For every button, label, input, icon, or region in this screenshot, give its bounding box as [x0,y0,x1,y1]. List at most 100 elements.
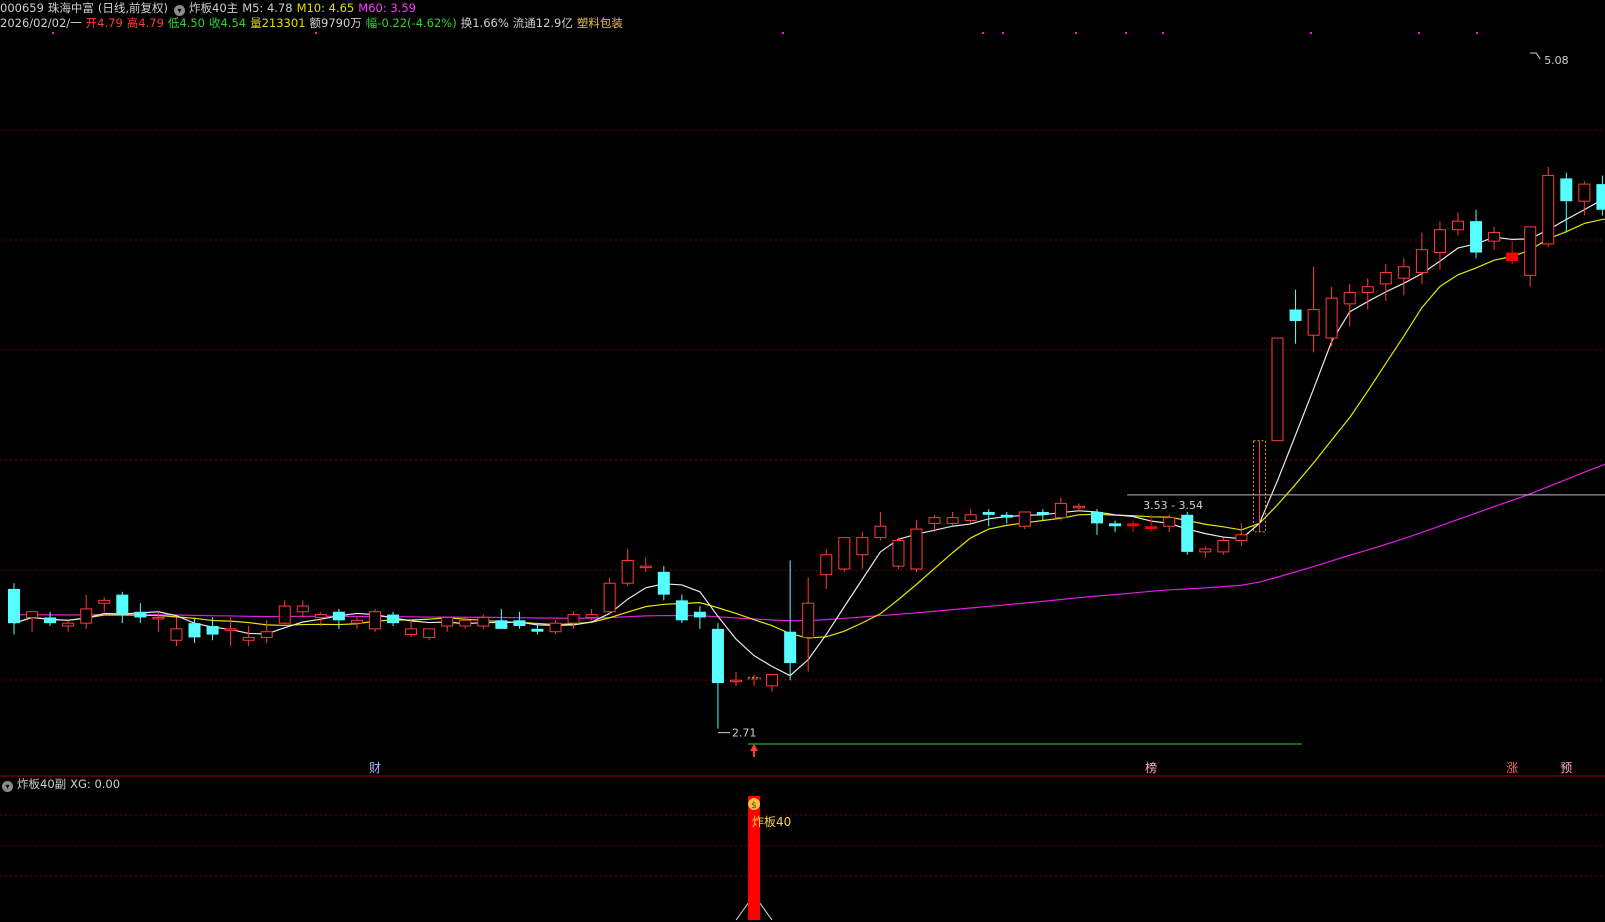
candle-body [26,611,39,618]
candle-body [711,628,724,684]
candle-body [1018,511,1031,527]
candle-body [1235,534,1248,541]
candle-body [621,559,634,584]
event-marker-2: 涨 [1506,760,1518,775]
candle-body [459,619,472,627]
top-marker-dot [1310,32,1312,34]
candle-body [1127,523,1140,527]
candle-body [1325,297,1338,339]
candle-body [657,571,670,595]
candle-body [152,616,165,620]
candle-body [1506,252,1519,262]
top-marker-dot [1002,32,1004,34]
top-marker-dot [1125,32,1127,34]
candle-body [8,588,20,624]
candle-body [1542,175,1555,245]
candle-body [1109,523,1122,527]
candle-body [1488,232,1501,242]
candle-body [1343,291,1356,305]
candle-body [730,679,742,683]
candle-body [874,525,887,539]
candle-body [369,611,381,630]
candle-body [693,611,706,618]
candle-body [910,528,923,570]
candle-body [982,511,995,515]
candle-body [1524,226,1537,276]
candle-body [1217,539,1230,553]
candle-body [134,611,147,618]
candle-body [1072,505,1085,509]
top-marker-dot [52,32,54,34]
candle-body [928,517,941,524]
top-marker-dot [982,32,984,34]
candle-body [260,631,273,638]
candle-body [1470,221,1483,253]
candle-body [314,614,327,618]
candle-body [1452,220,1464,231]
candle-body [766,673,779,687]
money-bag-symbol: $ [751,801,757,811]
candle-body [423,628,436,638]
event-marker-1: 榜 [1145,760,1157,775]
candle-body [170,628,183,641]
event-marker-3: 预 [1560,761,1572,775]
candle-body [188,623,201,638]
candle-body [1181,514,1194,552]
candle-body [639,565,652,569]
candle-body [206,626,219,635]
candle-body [1036,511,1049,515]
kline-chart[interactable]: 3.53 - 3.54 5.08 2.71 财 榜 涨 预 $ 炸板40 [0,0,1605,922]
candle-body [675,600,688,621]
candle-body [1433,229,1446,254]
candle-body [513,620,526,627]
high-label: 5.08 [1544,54,1569,67]
top-marker-dot [1476,32,1478,34]
candle-body [1199,548,1212,553]
candle-body [1578,183,1591,202]
candle-body [1145,526,1158,530]
candle-body [278,605,291,624]
candle-body [1379,271,1392,285]
candle-body [784,631,797,664]
top-marker-dot [782,32,784,34]
candle-body [1289,309,1302,321]
top-marker-dot [315,32,317,34]
candle-body [296,605,309,613]
candle-body [62,622,75,627]
candle-body [224,628,237,631]
candle-body [441,616,454,627]
candle-body [820,554,833,576]
candle-body [964,514,977,522]
top-marker-dot [1162,32,1164,34]
candle-body [1091,511,1103,524]
candle-body [332,611,345,621]
candle-body [1000,514,1013,518]
candle-body [350,619,363,624]
candle-body [477,616,490,627]
candle-body [387,614,400,624]
candle-body [495,620,508,629]
candle-body [802,602,815,638]
signal-label: 炸板40 [752,815,791,829]
candle-body [1397,266,1410,279]
candle-body [1415,249,1428,273]
candle-body [242,636,255,641]
candle-body [856,537,869,556]
candle-body [1560,178,1573,202]
candle-body [585,614,598,618]
top-marker-dot [1075,32,1077,34]
buy-arrow-icon [750,744,759,757]
candle-body [567,614,580,624]
candle-body [1361,286,1374,293]
candle-body [946,517,959,524]
range-label: 3.53 - 3.54 [1143,499,1203,512]
candle-body [603,582,616,613]
candle-body [892,539,905,567]
candle-body [1054,502,1067,519]
candle-body [80,608,93,624]
ma5-line [13,198,1605,677]
candle-body [44,617,57,624]
candle-body [531,628,544,632]
low-label: 2.71 [732,727,757,740]
high-pointer [1530,52,1541,60]
